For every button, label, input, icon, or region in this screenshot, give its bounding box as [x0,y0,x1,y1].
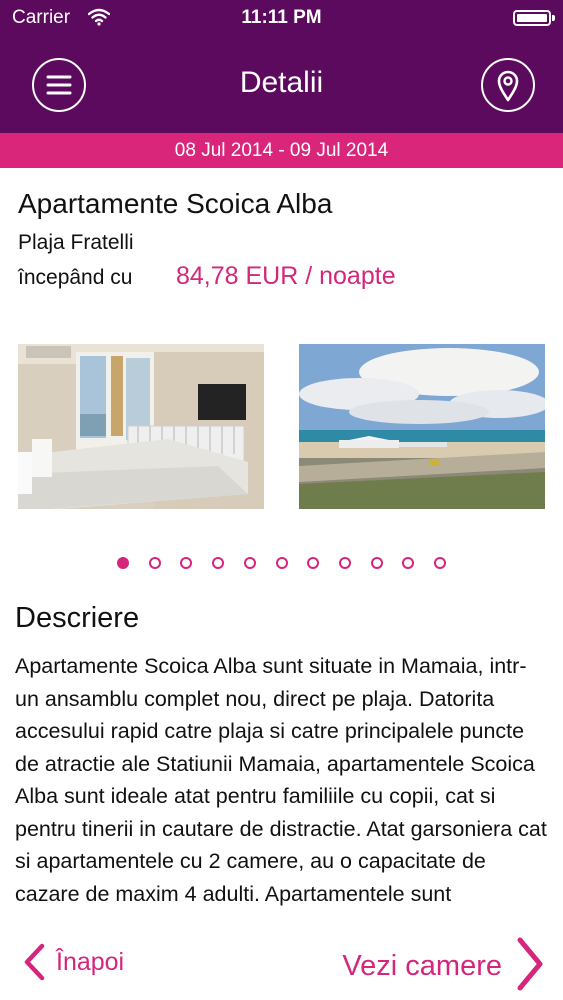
chevron-left-icon [24,943,45,981]
view-rooms-label: Vezi camere [342,950,502,982]
page-dot[interactable] [117,557,129,569]
hotel-location: Plaja Fratelli [18,231,134,254]
page-dot[interactable] [212,557,225,569]
description-scroll[interactable]: Apartamente Scoica Alba sunt situate in … [15,650,550,916]
gallery-photo-beach[interactable] [299,344,545,509]
page-dot[interactable] [148,557,161,569]
page-dot[interactable] [243,557,256,569]
price-value: 84,78 EUR / noapte [176,262,396,290]
hotel-name: Apartamente Scoica Alba [18,188,333,219]
price-prefix: începând cu [18,266,133,289]
back-label: Înapoi [56,948,125,976]
page-dot[interactable] [180,557,193,569]
page-dot[interactable] [370,557,383,569]
map-button[interactable] [481,58,535,112]
map-pin-icon [497,70,519,102]
battery-icon [513,10,555,26]
page-dot[interactable] [307,557,320,569]
chevron-right-icon [517,937,543,991]
page-dot[interactable] [275,557,288,569]
page-dot[interactable] [338,557,351,569]
date-range-bar: 08 Jul 2014 - 09 Jul 2014 [0,133,563,168]
clock: 11:11 PM [241,7,322,28]
gallery-photo-room[interactable] [18,344,264,509]
status-bar: Carrier 11:11 PM [0,0,563,36]
page-dot[interactable] [402,557,415,569]
gallery-pagination[interactable] [0,557,563,573]
app-header: Carrier 11:11 PM Detalii [0,0,563,133]
description-text: Apartamente Scoica Alba sunt situate in … [15,654,547,906]
footer-bar: Înapoi Vezi camere [0,918,563,1000]
description-heading: Descriere [15,602,140,634]
page-dot[interactable] [434,557,446,569]
page-title: Detalii [239,66,324,99]
